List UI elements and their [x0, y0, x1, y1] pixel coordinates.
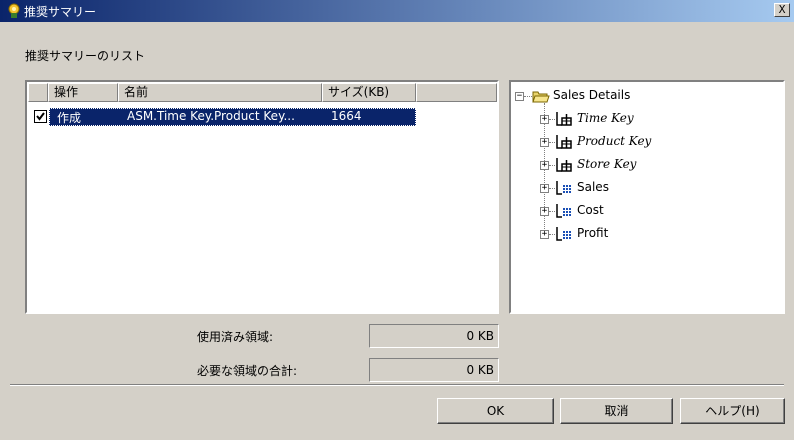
- tree-item-label: Sales: [577, 180, 609, 194]
- expand-icon[interactable]: +: [540, 138, 549, 147]
- measure-icon: [556, 181, 571, 195]
- tree-item-product-key[interactable]: + Product Key: [511, 134, 771, 152]
- tree-item-label: Profit: [577, 226, 609, 240]
- expand-icon[interactable]: +: [540, 230, 549, 239]
- tree-connector: [524, 96, 532, 97]
- used-space-value: 0 KB: [369, 324, 499, 348]
- col-header-size[interactable]: サイズ(KB): [322, 83, 416, 102]
- tree-item-label: Product Key: [577, 134, 652, 148]
- divider: [10, 384, 784, 386]
- collapse-icon[interactable]: −: [515, 92, 524, 101]
- used-space-label: 使用済み領域:: [197, 330, 274, 344]
- row-checkbox[interactable]: [34, 110, 47, 123]
- folder-open-icon: [532, 91, 550, 103]
- dimension-icon: [556, 158, 572, 172]
- tree-item-label: Store Key: [577, 157, 637, 171]
- row-action: 作成: [57, 111, 82, 125]
- cancel-button[interactable]: 取消: [560, 398, 673, 424]
- measure-icon: [556, 227, 571, 241]
- check-icon: [36, 112, 45, 121]
- row-size: 1664: [331, 109, 362, 123]
- tree-item-sales[interactable]: + Sales: [511, 180, 771, 198]
- expand-icon[interactable]: +: [540, 207, 549, 216]
- col-header-name[interactable]: 名前: [118, 83, 322, 102]
- close-button[interactable]: X: [774, 3, 790, 17]
- expand-icon[interactable]: +: [540, 184, 549, 193]
- tree-item-profit[interactable]: + Profit: [511, 226, 771, 244]
- col-header-check[interactable]: [28, 83, 48, 102]
- tree-item-time-key[interactable]: + Time Key: [511, 111, 771, 129]
- row-name: ASM.Time Key.Product Key...: [127, 109, 295, 123]
- help-button[interactable]: ヘルプ(H): [680, 398, 785, 424]
- col-header-blank: [416, 83, 497, 102]
- tree-root-label: Sales Details: [553, 88, 631, 102]
- tree-item-cost[interactable]: + Cost: [511, 203, 771, 221]
- window-title: 推奨サマリー: [24, 5, 97, 19]
- table-row[interactable]: 作成 ASM.Time Key.Product Key... 1664: [28, 108, 416, 126]
- cube-tree[interactable]: − Sales Details + Time Key + Product Key…: [509, 80, 785, 314]
- measure-icon: [556, 204, 571, 218]
- tree-item-store-key[interactable]: + Store Key: [511, 157, 771, 175]
- ok-button[interactable]: OK: [437, 398, 554, 424]
- required-space-value: 0 KB: [369, 358, 499, 382]
- dimension-icon: [556, 112, 572, 126]
- expand-icon[interactable]: +: [540, 161, 549, 170]
- expand-icon[interactable]: +: [540, 115, 549, 124]
- recommendation-list[interactable]: 操作 名前 サイズ(KB) 作成 ASM.Time Key.Product Ke…: [25, 80, 499, 314]
- required-space-label: 必要な領域の合計:: [197, 364, 298, 378]
- title-bar: 推奨サマリー X: [0, 0, 794, 22]
- list-section-label: 推奨サマリーのリスト: [25, 49, 146, 63]
- tree-item-label: Time Key: [577, 111, 634, 125]
- tree-root[interactable]: − Sales Details: [511, 88, 771, 106]
- col-header-action[interactable]: 操作: [48, 83, 118, 102]
- tree-item-label: Cost: [577, 203, 604, 217]
- summary-icon: [8, 3, 20, 18]
- dialog-window: 推奨サマリー X 推奨サマリーのリスト 操作 名前 サイズ(KB) 作成 ASM…: [0, 0, 794, 440]
- dimension-icon: [556, 135, 572, 149]
